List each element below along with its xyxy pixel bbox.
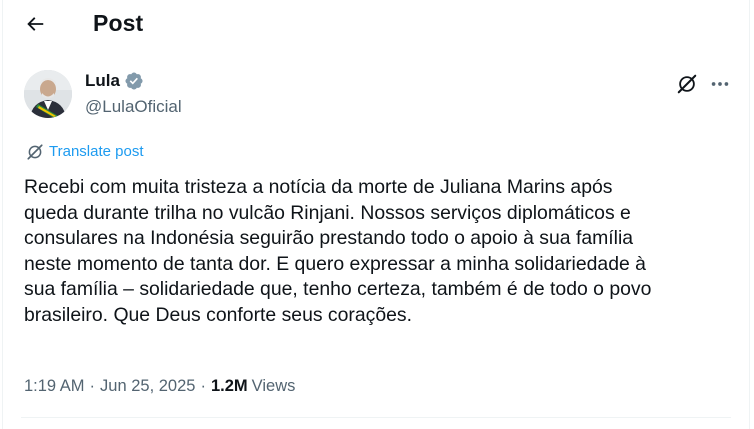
author-name[interactable]: Lula: [85, 70, 120, 92]
meta-separator: ·: [200, 377, 206, 395]
page-title: Post: [93, 10, 144, 36]
arrow-left-icon: [27, 17, 44, 31]
views-label: Views: [251, 377, 296, 395]
post-time[interactable]: 1:19 AM: [24, 375, 85, 397]
post-metadata: 1:19 AM · Jun 25, 2025 · 1.2M Views: [24, 375, 295, 397]
avatar-photo-icon: [24, 70, 72, 118]
grok-button[interactable]: [675, 72, 699, 96]
post-date[interactable]: Jun 25, 2025: [100, 375, 195, 397]
back-button[interactable]: [17, 6, 53, 42]
translate-icon: [27, 144, 43, 160]
author-name-row: Lula: [85, 70, 144, 92]
translate-post-link[interactable]: Translate post: [26, 142, 144, 162]
divider: [21, 417, 731, 418]
more-options-button[interactable]: [707, 72, 733, 96]
more-horizontal-icon: [711, 82, 729, 86]
verified-badge-icon[interactable]: [124, 71, 144, 91]
page-header: Post: [3, 0, 749, 48]
grok-icon: [677, 74, 697, 94]
views-count: 1.2M: [210, 377, 248, 395]
avatar[interactable]: [24, 70, 72, 118]
author-handle[interactable]: @LulaOficial: [85, 96, 182, 118]
translate-post-label: Translate post: [49, 143, 144, 160]
meta-separator: ·: [89, 377, 96, 395]
post-text: Recebi com muita tristeza a notícia da m…: [24, 176, 652, 326]
post-detail-page: Post Lula @LulaOficial Translate post Re…: [2, 0, 750, 429]
